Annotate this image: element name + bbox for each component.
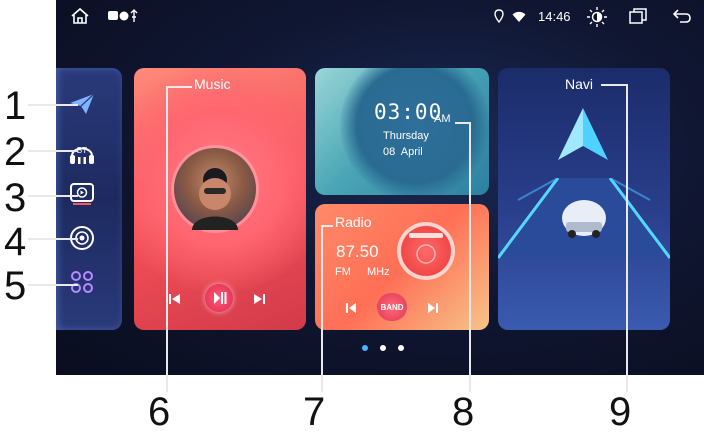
radio-title: Radio: [335, 214, 372, 230]
clock-widget[interactable]: 03:00 AM Thursday 08 April: [315, 68, 489, 195]
leader-line-3: [28, 195, 78, 197]
page-indicator-3[interactable]: [398, 345, 404, 351]
home-icon[interactable]: [70, 6, 90, 32]
notification-icons: [108, 8, 142, 30]
music-title: Music: [194, 76, 231, 92]
callout-1: 1: [4, 84, 27, 128]
music-next-button[interactable]: [252, 292, 266, 311]
road-scene: [498, 177, 670, 330]
band-button-label: BAND: [380, 302, 404, 312]
radio-band-button[interactable]: BAND: [377, 293, 407, 321]
clock-ampm: AM: [434, 113, 451, 125]
recent-apps-icon[interactable]: [629, 8, 647, 30]
leader-line-6-v: [166, 86, 168, 392]
music-play-pause-button[interactable]: [205, 284, 233, 312]
page-indicator-2[interactable]: [380, 345, 386, 351]
leader-line-6-h: [166, 86, 192, 88]
head-unit-screen: 14:46 BT Music 03:00 AM Thursday 08 Apri…: [56, 0, 704, 375]
back-icon[interactable]: [672, 8, 692, 30]
navigation-arrow-icon: [556, 106, 610, 167]
callout-9: 9: [609, 390, 632, 434]
leader-line-9-v: [626, 84, 628, 392]
callout-8: 8: [452, 390, 475, 434]
leader-line-2: [28, 150, 78, 152]
page-indicator-1[interactable]: [362, 345, 368, 351]
apps-icon[interactable]: [68, 268, 96, 296]
clock-day: Thursday: [383, 130, 429, 142]
leader-line-8-v: [469, 122, 471, 392]
radio-speaker-icon: [397, 222, 455, 280]
app-dock: BT: [56, 68, 122, 330]
leader-line-9-h: [601, 84, 627, 86]
navi-title: Navi: [565, 76, 594, 92]
callout-4: 4: [4, 220, 27, 264]
navigation-widget[interactable]: Navi: [498, 68, 670, 330]
album-art: [174, 148, 256, 230]
radio-frequency: 87.50: [336, 242, 379, 261]
leader-line-1: [28, 104, 78, 106]
radio-widget[interactable]: Radio 87.50 FM MHz BAND: [315, 204, 489, 330]
clock-date: 08 April: [383, 146, 423, 158]
callout-2: 2: [4, 130, 27, 174]
callout-3: 3: [4, 176, 27, 220]
callout-6: 6: [148, 390, 171, 434]
radio-prev-button[interactable]: [345, 301, 357, 319]
radio-next-button[interactable]: [427, 301, 439, 319]
status-bar: 14:46: [56, 0, 704, 34]
leader-line-4: [28, 238, 78, 240]
leader-line-5: [28, 284, 78, 286]
callout-7: 7: [303, 390, 326, 434]
leader-line-7-v: [321, 225, 323, 392]
callout-5: 5: [4, 264, 27, 308]
radio-unit: MHz: [367, 266, 390, 278]
bluetooth-headset-icon[interactable]: BT: [68, 138, 96, 166]
clock-time: 03:00: [374, 100, 443, 124]
video-player-icon[interactable]: [68, 180, 96, 208]
brightness-icon[interactable]: [586, 6, 608, 34]
bt-label: BT: [77, 146, 87, 155]
music-widget[interactable]: Music: [134, 68, 306, 330]
wifi-icon: [512, 9, 526, 29]
location-icon: [494, 9, 504, 29]
radio-band-label: FM: [335, 266, 351, 278]
music-prev-button[interactable]: [168, 292, 182, 311]
clock-text: 14:46: [538, 9, 571, 24]
leader-line-8-h: [455, 122, 470, 124]
